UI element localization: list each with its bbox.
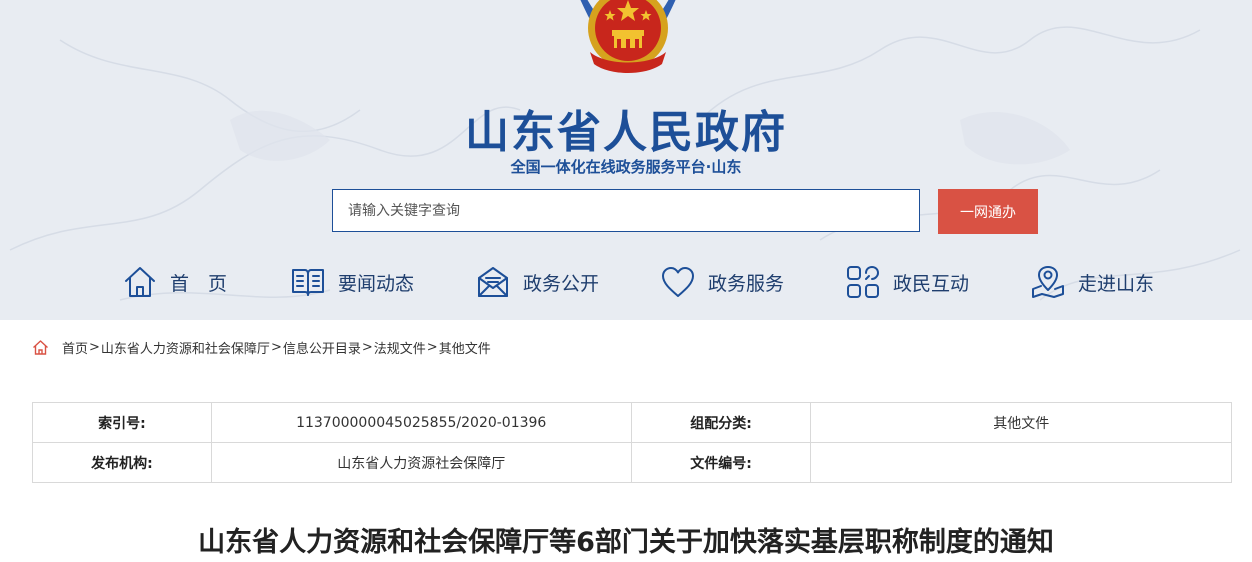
- home-icon: [125, 267, 155, 297]
- index-number-value: 113700000045025855/2020-01396: [210, 402, 632, 443]
- search-input[interactable]: [332, 189, 920, 232]
- nav-item-news[interactable]: 要闻动态: [290, 262, 414, 302]
- table-row: 发布机构: 山东省人力资源社会保障厅 文件编号:: [32, 442, 1232, 483]
- location-icon: [1032, 266, 1064, 298]
- nav-item-label: 要闻动态: [338, 272, 415, 295]
- nav-item-interaction[interactable]: 政民互动: [845, 262, 969, 302]
- nav-item-gov-services[interactable]: 政务服务: [660, 262, 784, 302]
- nav-item-about-shandong[interactable]: 走进山东: [1030, 262, 1154, 302]
- category-label: 组配分类:: [630, 402, 812, 443]
- site-title: 山东省人民政府: [465, 107, 787, 158]
- document-number-value: [810, 442, 1232, 483]
- nav-item-label: 政民互动: [893, 272, 970, 295]
- main-nav: 首 页 要闻动态 政务公开 政务服务 政民互动 走进山东: [0, 262, 1252, 306]
- nav-item-home[interactable]: 首 页: [122, 262, 227, 302]
- index-number-label: 索引号:: [32, 402, 212, 443]
- home-icon: [33, 339, 48, 355]
- breadcrumb-link-regulations[interactable]: 法规文件: [374, 338, 426, 357]
- nav-item-label: 首 页: [170, 272, 228, 295]
- document-title: 山东省人力资源和社会保障厅等6部门关于加快落实基层职称制度的通知: [198, 527, 1054, 558]
- mail-icon: [478, 267, 508, 297]
- breadcrumb-link-department[interactable]: 山东省人力资源和社会保障厅: [101, 338, 270, 357]
- interaction-icon: [847, 266, 879, 298]
- breadcrumb: 首页 > 山东省人力资源和社会保障厅 > 信息公开目录 > 法规文件 > 其他文…: [32, 337, 491, 357]
- national-emblem-icon: [580, 0, 676, 73]
- publisher-value: 山东省人力资源社会保障厅: [210, 442, 632, 483]
- breadcrumb-link-other-files[interactable]: 其他文件: [439, 338, 491, 357]
- header-banner: 山东省人民政府 全国一体化在线政务服务平台·山东 一网通办 首 页 要闻动态 政: [0, 0, 1252, 320]
- breadcrumb-link-catalog[interactable]: 信息公开目录: [283, 338, 361, 357]
- breadcrumb-separator: >: [270, 339, 282, 355]
- document-number-label: 文件编号:: [630, 442, 812, 483]
- nav-item-gov-affairs[interactable]: 政务公开: [475, 262, 599, 302]
- breadcrumb-separator: >: [426, 339, 438, 355]
- search-button[interactable]: 一网通办: [938, 189, 1038, 234]
- breadcrumb-separator: >: [361, 339, 373, 355]
- nav-item-label: 走进山东: [1078, 272, 1155, 295]
- table-row: 索引号: 113700000045025855/2020-01396 组配分类:…: [32, 402, 1232, 443]
- breadcrumb-link-home[interactable]: 首页: [62, 338, 88, 357]
- breadcrumb-separator: >: [89, 339, 100, 355]
- nav-item-label: 政务公开: [523, 272, 600, 295]
- publisher-label: 发布机构:: [32, 442, 212, 483]
- heart-icon: [662, 267, 694, 297]
- nav-item-label: 政务服务: [708, 272, 785, 295]
- site-subtitle: 全国一体化在线政务服务平台·山东: [510, 158, 742, 176]
- category-value: 其他文件: [810, 402, 1232, 443]
- document-info-table: 索引号: 113700000045025855/2020-01396 组配分类:…: [32, 402, 1232, 483]
- book-icon: [292, 269, 324, 296]
